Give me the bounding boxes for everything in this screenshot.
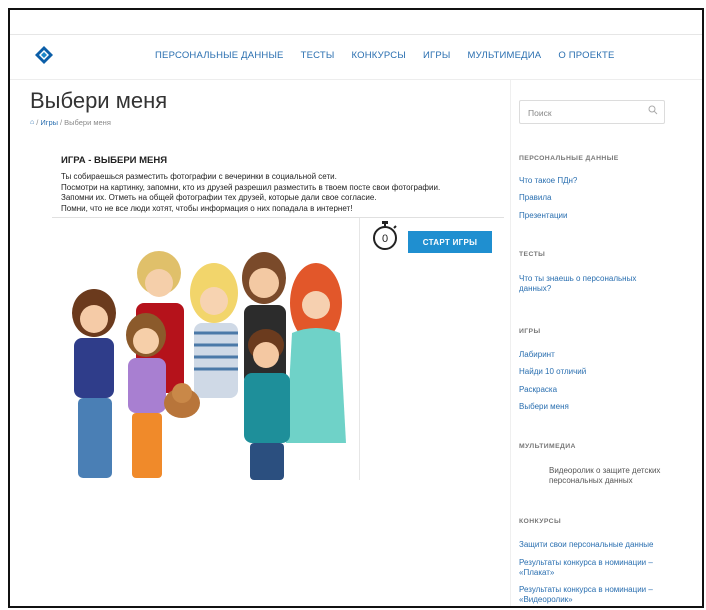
main-content: Выбери меня ⌂ / Игры / Выбери меня ИГРА … xyxy=(28,80,508,606)
breadcrumb-games[interactable]: Игры xyxy=(40,118,58,127)
game-text-line: Запомни их. Отметь на общей фотографии т… xyxy=(61,193,377,202)
top-strip xyxy=(10,10,702,35)
page-title: Выбери меня xyxy=(30,88,168,113)
sidebar-link[interactable]: Найди 10 отличий xyxy=(519,367,586,377)
breadcrumb: ⌂ / Игры / Выбери меня xyxy=(30,118,111,127)
timer-icon: 0 xyxy=(373,221,397,250)
breadcrumb-current: Выбери меня xyxy=(64,118,111,127)
game-text-line: Ты собираешься разместить фотографии с в… xyxy=(61,172,337,181)
sidebar-link[interactable]: Раскраска xyxy=(519,385,557,395)
sidebar-video-link[interactable]: Видеоролик о защите детских персональных… xyxy=(549,466,681,486)
breadcrumb-separator: / xyxy=(60,118,63,127)
sidebar-section-title: МУЛЬТИМЕДИА xyxy=(519,443,576,450)
game-title: ИГРА - ВЫБЕРИ МЕНЯ xyxy=(61,155,168,166)
sidebar-section-title: ТЕСТЫ xyxy=(519,251,546,258)
sidebar-link[interactable]: Выбери меня xyxy=(519,402,569,412)
game-divider xyxy=(52,217,504,218)
sidebar-link[interactable]: Результаты конкурса в номинации – «Плака… xyxy=(519,558,667,578)
nav-item-tests[interactable]: ТЕСТЫ xyxy=(301,50,335,61)
timer-value: 0 xyxy=(382,233,388,245)
game-text-line: Посмотри на картинку, запомни, кто из др… xyxy=(61,182,441,192)
search-icon[interactable] xyxy=(648,105,658,115)
sidebar-section-title: ИГРЫ xyxy=(519,328,541,335)
search-input[interactable] xyxy=(526,103,650,123)
sidebar-link[interactable]: Защити свои персональные данные xyxy=(519,540,667,550)
search-box xyxy=(519,100,665,124)
nav-item-multimedia[interactable]: МУЛЬТИМЕДИА xyxy=(468,50,542,61)
sidebar: ПЕРСОНАЛЬНЫЕ ДАННЫЕ Что такое ПДн? Прави… xyxy=(510,80,697,606)
game-description: ИГРА - ВЫБЕРИ МЕНЯ Ты собираешься размес… xyxy=(61,155,481,214)
breadcrumb-separator: / xyxy=(36,118,39,127)
game-text-line: Помни, что не все люди хотят, чтобы инфо… xyxy=(61,203,353,213)
sidebar-link[interactable]: Результаты конкурса в номинации – «Видео… xyxy=(519,585,667,605)
game-area-separator xyxy=(359,218,360,480)
nav-item-games[interactable]: ИГРЫ xyxy=(423,50,451,61)
sidebar-link[interactable]: Правила xyxy=(519,193,551,203)
sidebar-link[interactable]: Презентации xyxy=(519,211,567,221)
nav-item-contests[interactable]: КОНКУРСЫ xyxy=(352,50,406,61)
sidebar-section-title: ПЕРСОНАЛЬНЫЕ ДАННЫЕ xyxy=(519,155,619,162)
logo-icon[interactable] xyxy=(34,45,54,65)
site-header: ПЕРСОНАЛЬНЫЕ ДАННЫЕ ТЕСТЫ КОНКУРСЫ ИГРЫ … xyxy=(10,35,702,80)
main-nav: ПЕРСОНАЛЬНЫЕ ДАННЫЕ ТЕСТЫ КОНКУРСЫ ИГРЫ … xyxy=(155,50,615,61)
home-icon[interactable]: ⌂ xyxy=(30,119,34,126)
sidebar-link[interactable]: Лабиринт xyxy=(519,350,555,360)
sidebar-link[interactable]: Что такое ПДн? xyxy=(519,176,577,186)
nav-item-about[interactable]: О ПРОЕКТЕ xyxy=(558,50,614,61)
sidebar-link[interactable]: Что ты знаешь о персональных данных? xyxy=(519,274,667,294)
page-frame: ПЕРСОНАЛЬНЫЕ ДАННЫЕ ТЕСТЫ КОНКУРСЫ ИГРЫ … xyxy=(8,8,704,608)
start-game-button[interactable]: СТАРТ ИГРЫ xyxy=(408,231,492,253)
friends-illustration[interactable] xyxy=(54,223,354,480)
sidebar-section-title: КОНКУРСЫ xyxy=(519,518,562,525)
nav-item-personal-data[interactable]: ПЕРСОНАЛЬНЫЕ ДАННЫЕ xyxy=(155,50,284,61)
